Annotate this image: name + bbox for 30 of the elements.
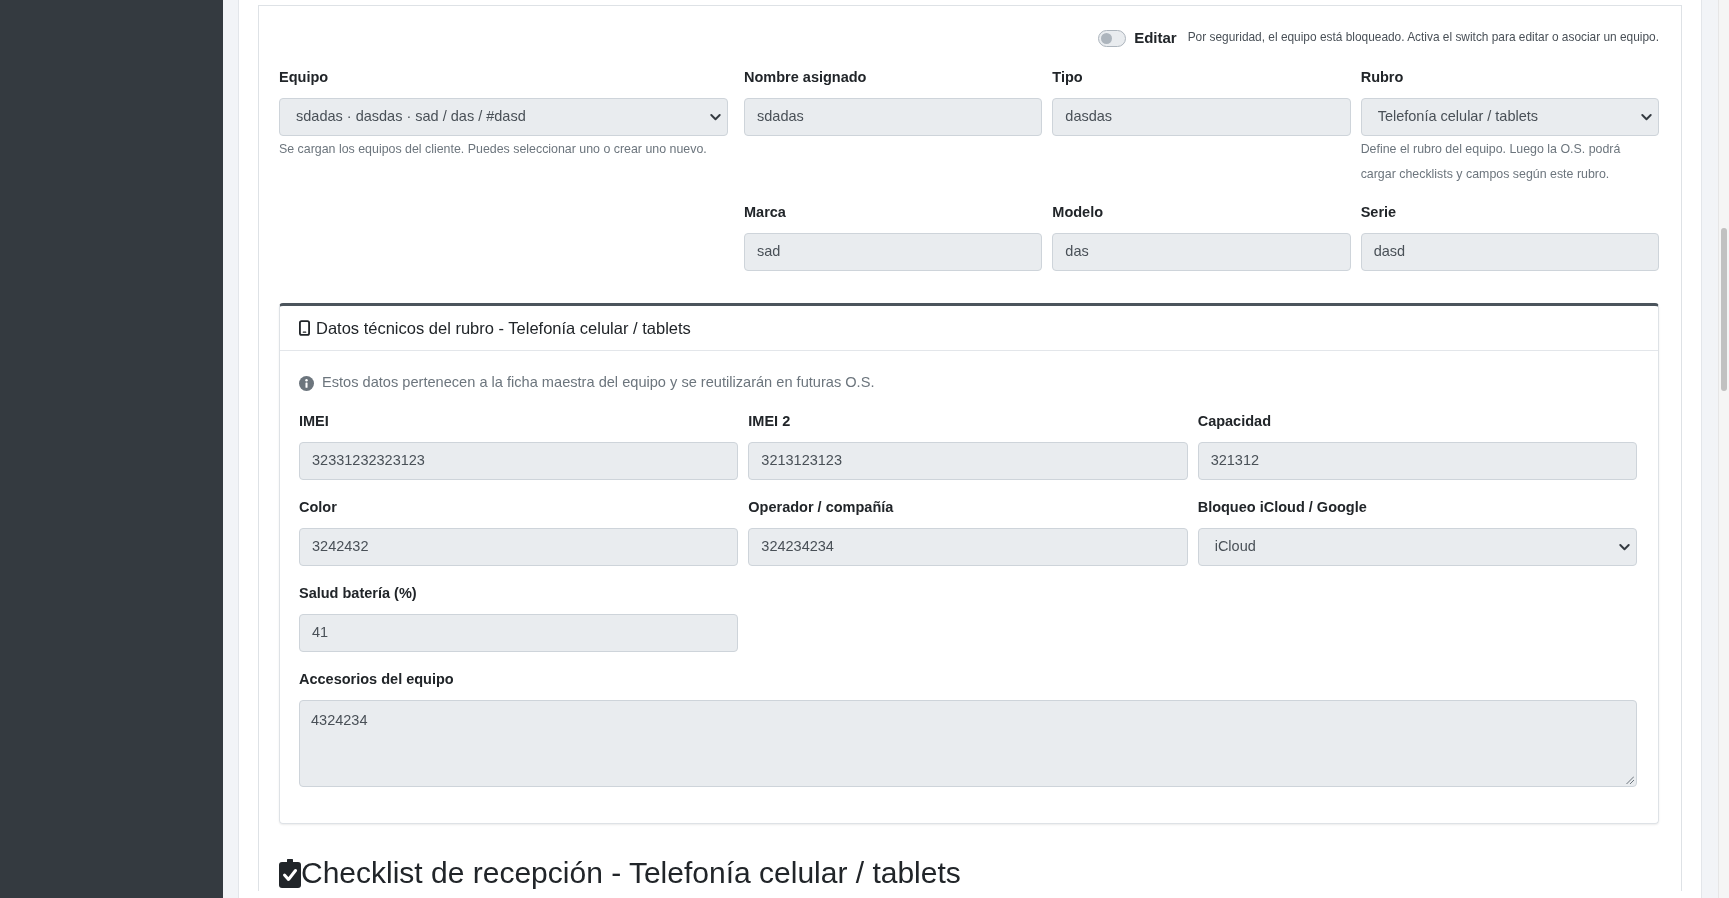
field-label: Rubro bbox=[1360, 69, 1404, 85]
help-text: Define el rubro del equipo. Luego la O.S. podrá cargar checklists y campos según este rubro. bbox=[1360, 141, 1622, 183]
field-label: Marca bbox=[744, 204, 786, 220]
field-label: Operador / compañía bbox=[748, 499, 894, 515]
field-label: Bloqueo iCloud / Google bbox=[1197, 499, 1367, 515]
field-label: Nombre asignado bbox=[744, 69, 867, 85]
chevron-down-icon bbox=[710, 113, 721, 121]
lock-notice-text: Por seguridad, el equipo está bloqueado. Activa el switch para editar o asociar un equipo. bbox=[1187, 29, 1659, 47]
smartphone-icon bbox=[299, 320, 310, 336]
field-label: Modelo bbox=[1052, 204, 1104, 220]
field-label: Salud batería (%) bbox=[299, 585, 417, 601]
field-label: IMEI bbox=[299, 413, 329, 429]
chevron-down-icon bbox=[1641, 113, 1652, 121]
clipboard-check-icon bbox=[279, 858, 301, 888]
help-text: Se cargan los equipos del cliente. Puedes seleccionar uno o crear uno nuevo. bbox=[279, 141, 708, 158]
info-icon bbox=[299, 375, 314, 391]
chevron-down-icon bbox=[1619, 543, 1630, 551]
field-label: IMEI 2 bbox=[748, 413, 791, 429]
field-label: Color bbox=[299, 499, 337, 515]
field-label: Accesorios del equipo bbox=[299, 671, 454, 687]
scrollbar-thumb[interactable] bbox=[1721, 228, 1727, 391]
switch-label: Editar bbox=[1134, 27, 1177, 48]
toggle-switch[interactable] bbox=[1098, 29, 1127, 47]
info-text: Estos datos pertenecen a la ficha maestra del equipo y se reutilizarán en futuras O.S. bbox=[322, 373, 875, 393]
field-label: Tipo bbox=[1052, 69, 1083, 85]
field-label: Capacidad bbox=[1197, 413, 1271, 429]
card-title: Datos técnicos del rubro - Telefonía celular / tablets bbox=[316, 317, 691, 339]
field-label: Equipo bbox=[279, 69, 329, 85]
section-heading: Checklist de recepción - Telefonía celular / tablets bbox=[301, 855, 961, 891]
field-label: Serie bbox=[1360, 204, 1397, 220]
